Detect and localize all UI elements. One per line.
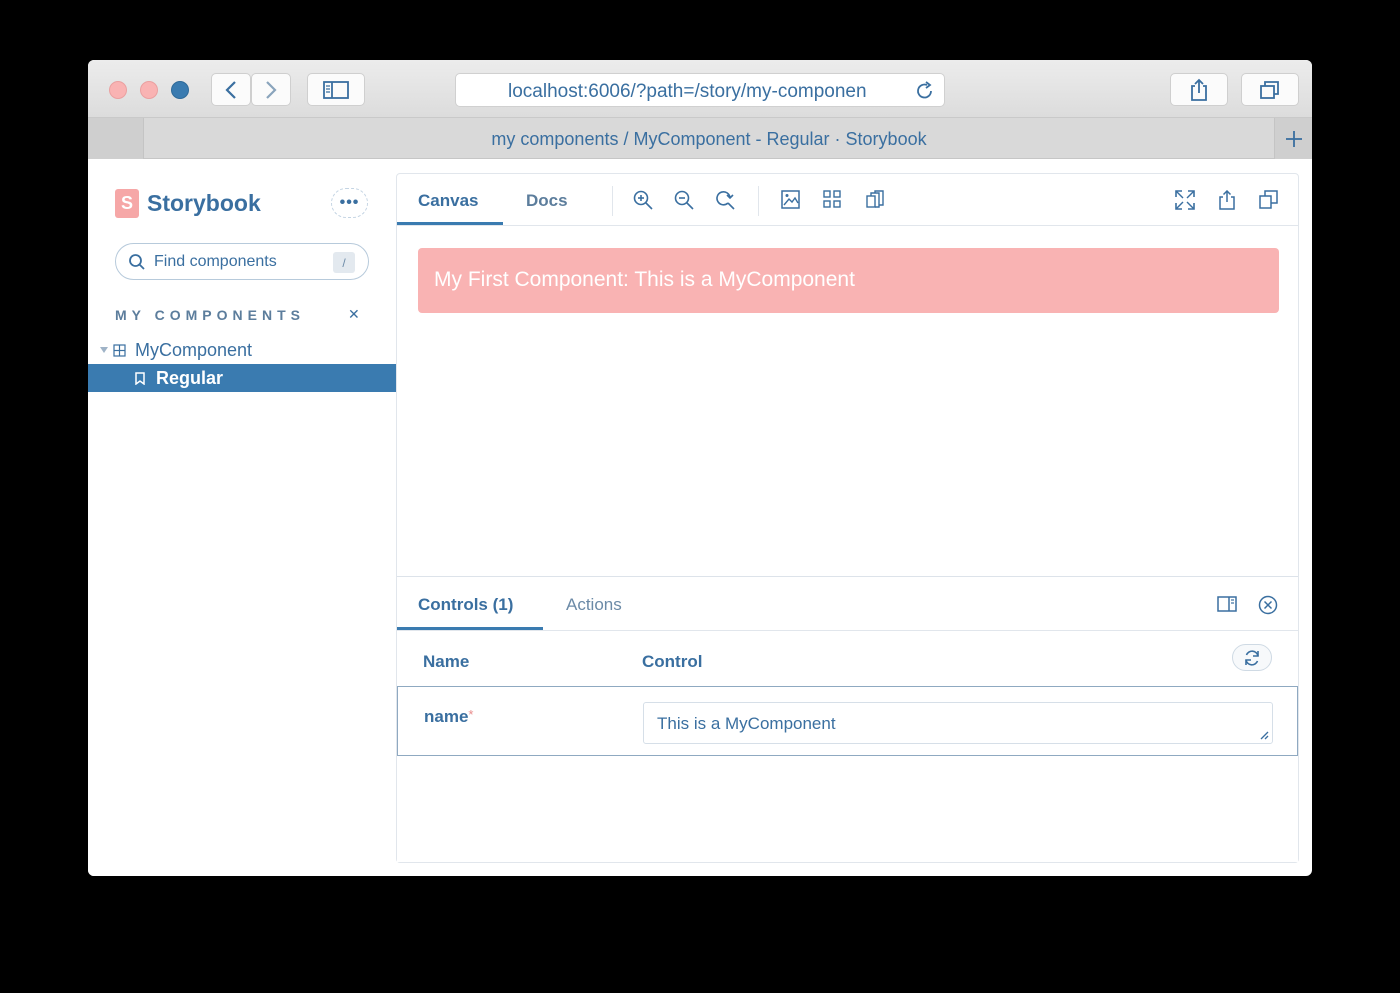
tree-item-regular[interactable]: Regular [88,364,396,392]
column-header-control: Control [642,652,703,671]
tree-item-label: MyComponent [135,339,253,360]
background-image-icon[interactable] [781,190,800,209]
more-menu-button[interactable]: ••• [331,188,368,218]
zoom-reset-icon[interactable] [715,190,735,210]
arg-name-label: name [424,707,469,726]
grid-icon[interactable] [823,190,841,208]
storybook-sidebar: S Storybook ••• Find components / MY COM… [88,159,396,876]
chevron-right-icon [266,80,277,99]
arg-value-text: This is a MyComponent [657,714,836,733]
tree-item-mycomponent[interactable]: MyComponent [88,336,396,364]
section-title: MY COMPONENTS [115,307,305,323]
table-row: name* This is a MyComponent [397,686,1298,756]
search-input[interactable]: Find components / [115,243,369,280]
browser-tab-title[interactable]: my components / MyComponent - Regular · … [144,129,1274,150]
addons-divider [397,630,1298,631]
back-button[interactable] [211,73,251,106]
toolbar-divider [758,186,759,216]
browser-window: localhost:6006/?path=/story/my-componen … [88,60,1312,876]
close-panel-icon[interactable] [1258,595,1278,615]
tab-actions[interactable]: Actions [566,595,622,615]
storybook-logo[interactable]: S Storybook [115,189,261,218]
search-icon [129,254,145,270]
preview-text: My First Component: This is a MyComponen… [434,268,855,291]
share-icon [1191,78,1207,101]
new-tab-button[interactable] [1274,118,1312,159]
caret-down-icon [100,347,108,353]
collapse-all-icon[interactable]: ✕ [348,306,360,323]
url-text: localhost:6006/?path=/story/my-componen [508,81,867,102]
column-header-name: Name [423,652,470,671]
table-row-frame: name* This is a MyComponent [397,687,1298,755]
tab-docs[interactable]: Docs [526,191,568,211]
zoom-in-icon[interactable] [633,190,653,210]
tree-item-label: Regular [156,367,224,388]
tab-bar-left-area [88,118,144,159]
toolbar-divider [612,186,613,216]
zoom-out-icon[interactable] [674,190,694,210]
reload-icon[interactable] [914,80,936,102]
share-button[interactable] [1170,73,1228,106]
addons-panel: Controls (1) Actions Name Control name* … [397,576,1298,862]
browser-tab-bar: my components / MyComponent - Regular · … [88,118,1312,159]
canvas-toolbar: Canvas Docs [397,174,1298,226]
sidebar-toggle-button[interactable] [307,73,365,106]
fullscreen-icon[interactable] [1175,190,1195,210]
sidebar-icon [323,80,349,99]
refresh-icon [1245,649,1259,666]
storybook-logo-icon: S [115,189,139,218]
arg-name: name* [424,707,473,727]
component-preview: My First Component: This is a MyComponen… [418,248,1279,313]
plus-icon [1285,130,1302,147]
storybook-logo-text: Storybook [147,190,261,216]
browser-toolbar: localhost:6006/?path=/story/my-componen [88,60,1312,118]
minimize-window-button[interactable] [140,81,158,99]
active-tab-indicator [397,222,503,225]
tabs-icon [1260,80,1279,99]
arg-value-textarea[interactable]: This is a MyComponent [643,702,1273,744]
search-shortcut-badge: / [333,252,355,273]
zoom-window-button[interactable] [171,81,189,99]
search-placeholder: Find components [154,253,277,270]
open-new-tab-icon[interactable] [1218,190,1236,210]
reset-controls-button[interactable] [1232,644,1272,671]
component-grid-icon [113,344,126,357]
chevron-left-icon [225,80,236,99]
bookmark-icon [135,372,145,385]
close-window-button[interactable] [109,81,127,99]
tab-controls[interactable]: Controls (1) [418,595,513,615]
panel-orientation-icon[interactable] [1217,595,1237,613]
tab-canvas[interactable]: Canvas [418,191,478,211]
copy-link-icon[interactable] [1259,190,1278,209]
tabs-overview-button[interactable] [1241,73,1299,106]
resize-handle-icon[interactable] [1259,730,1269,740]
forward-button[interactable] [251,73,291,106]
main-panel: Canvas Docs My First Component: This is … [396,173,1299,863]
required-marker: * [468,707,474,722]
address-bar[interactable]: localhost:6006/?path=/story/my-componen [455,73,945,107]
viewport-icon[interactable] [866,190,884,208]
